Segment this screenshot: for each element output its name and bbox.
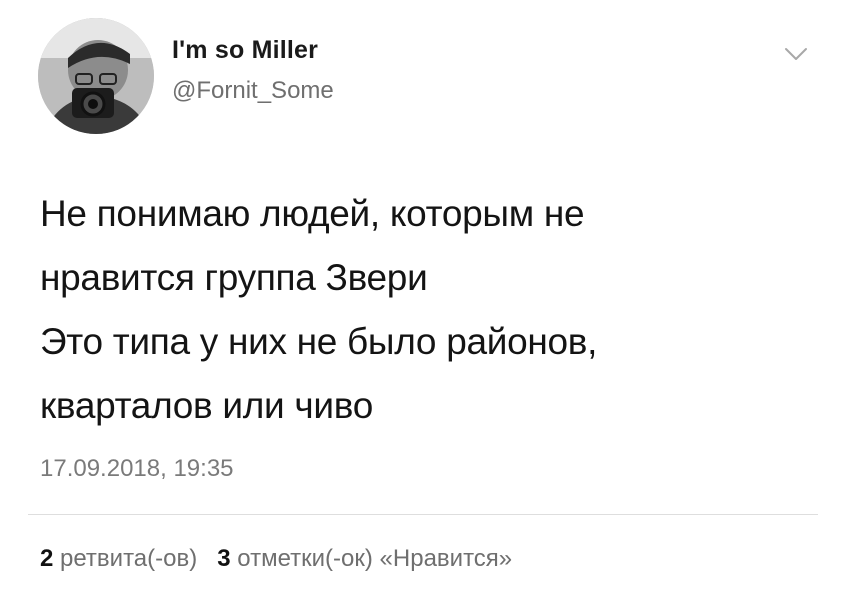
- tweet-text-line: Не понимаю людей, которым не: [40, 193, 585, 234]
- retweet-count: 2: [40, 545, 54, 572]
- like-count-link[interactable]: 3 отметки(-ок) «Нравится»: [217, 545, 512, 572]
- tweet-text-line: Это типа у них не было районов,: [40, 321, 598, 362]
- tweet-text-line: кварталов или чиво: [40, 385, 373, 426]
- tweet-text: Не понимаю людей, которым не нравится гр…: [40, 182, 810, 438]
- tweet-text-line: нравится группа Звери: [40, 257, 428, 298]
- avatar[interactable]: [38, 18, 154, 134]
- divider: [28, 514, 818, 515]
- user-handle[interactable]: @Fornit_Some: [172, 77, 334, 105]
- tweet-stats: 2 ретвита(-ов) 3 отметки(-ок) «Нравится»: [40, 545, 512, 573]
- tweet-detail: I'm so Miller @Fornit_Some Не понимаю лю…: [0, 0, 844, 600]
- user-photo-avatar-icon: [38, 18, 154, 134]
- retweet-label: ретвита(-ов): [60, 545, 198, 572]
- tweet-timestamp: 17.09.2018, 19:35: [40, 455, 234, 482]
- chevron-down-icon[interactable]: [783, 44, 809, 64]
- like-label: отметки(-ок) «Нравится»: [237, 545, 513, 572]
- like-count: 3: [217, 545, 231, 572]
- display-name[interactable]: I'm so Miller: [172, 36, 318, 65]
- retweet-count-link[interactable]: 2 ретвита(-ов): [40, 545, 197, 572]
